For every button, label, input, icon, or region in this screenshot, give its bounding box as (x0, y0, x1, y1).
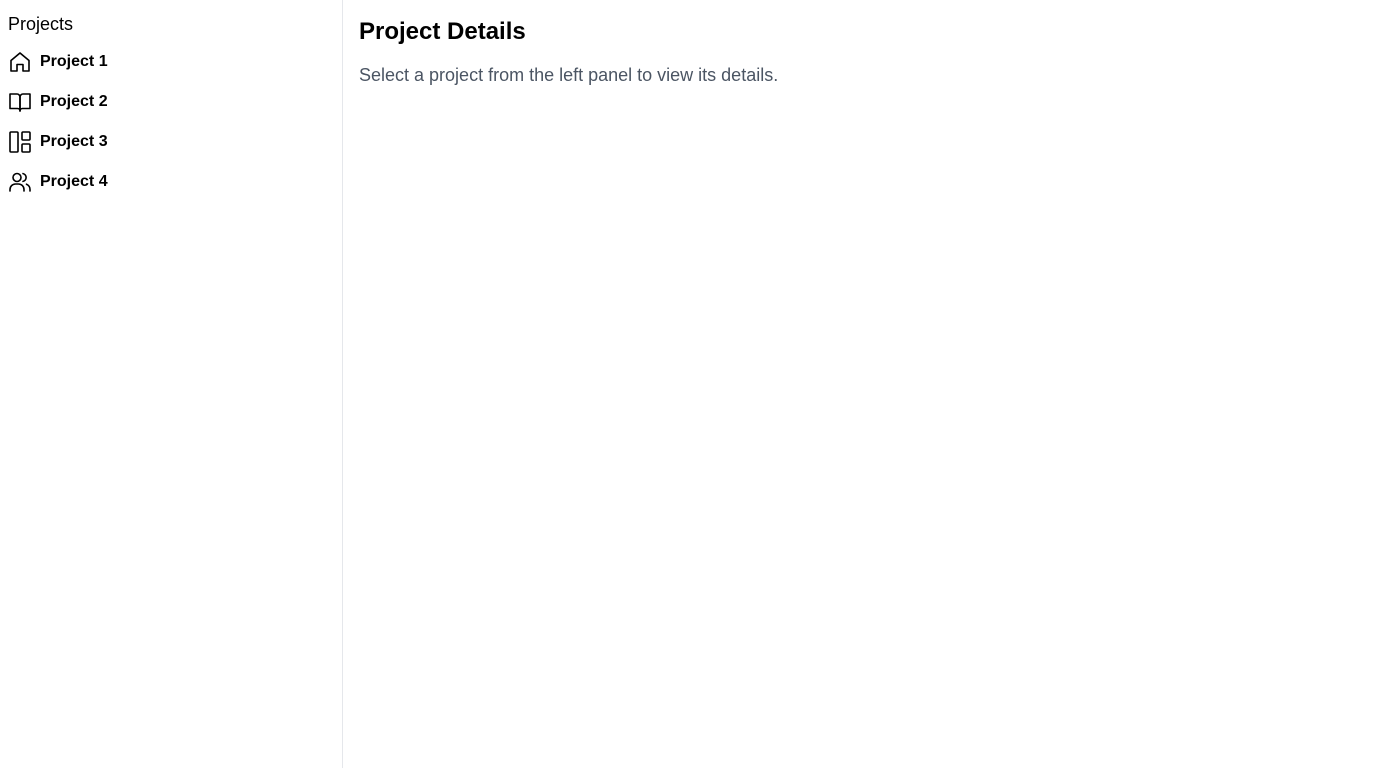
sidebar-title: Projects (8, 14, 74, 34)
page-title: Project Details (359, 18, 526, 45)
sidebar-item-label: Project 4 (40, 173, 108, 190)
book-open-icon (8, 90, 32, 114)
home-icon (8, 50, 32, 74)
main-content: Project Details Select a project from th… (343, 0, 1376, 768)
sidebar-item-project-1[interactable]: Project 1 (8, 42, 342, 82)
app-root: Projects Project 1 Project 2 Project 3 P… (0, 0, 1376, 768)
users-icon (8, 170, 32, 194)
project-list: Project 1 Project 2 Project 3 Project 4 (8, 42, 342, 202)
layout-dashboard-icon (8, 130, 32, 154)
sidebar-item-label: Project 2 (40, 93, 108, 110)
page-description: Select a project from the left panel to … (359, 65, 779, 85)
sidebar-item-project-4[interactable]: Project 4 (8, 162, 342, 202)
sidebar-item-label: Project 3 (40, 133, 108, 150)
sidebar: Projects Project 1 Project 2 Project 3 P… (0, 0, 343, 768)
sidebar-item-project-3[interactable]: Project 3 (8, 122, 342, 162)
sidebar-item-project-2[interactable]: Project 2 (8, 82, 342, 122)
sidebar-item-label: Project 1 (40, 53, 108, 70)
